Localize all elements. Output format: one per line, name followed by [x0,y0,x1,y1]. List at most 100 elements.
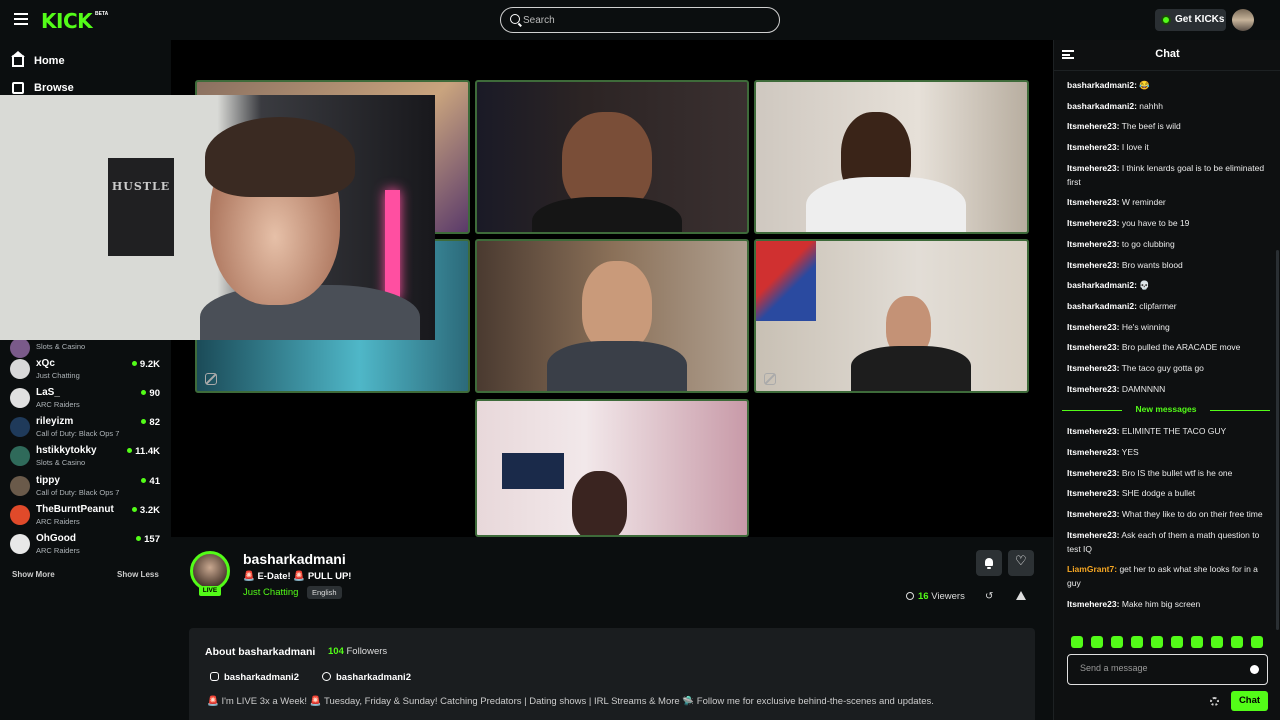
tiktok-handle: basharkadmani2 [336,672,411,683]
emote-icon[interactable] [1231,636,1243,648]
chat-username[interactable]: Itsmehere23: [1067,342,1119,352]
chat-username[interactable]: Itsmehere23: [1067,322,1119,332]
streamer-avatar[interactable] [190,551,230,591]
sidebar-stream-row[interactable]: LaS_ ARC Raiders 90 [10,386,160,412]
stream-category-link[interactable]: Just Chatting [243,587,298,598]
emote-icon[interactable] [1111,636,1123,648]
chat-username[interactable]: Itsmehere23: [1067,488,1119,498]
chat-input[interactable] [1080,663,1240,673]
chat-username[interactable]: Itsmehere23: [1067,260,1119,270]
chat-username[interactable]: Itsmehere23: [1067,197,1119,207]
show-more-button[interactable]: Show More [12,570,55,579]
participant-body [851,346,971,391]
top-bar: KICK BETA Get KICKs [0,0,1280,40]
get-kicks-button[interactable]: Get KICKs [1155,9,1226,31]
video-tile [475,80,749,234]
chat-message: Itsmehere23: The taco guy gotta go [1067,361,1272,375]
follow-heart-button[interactable] [1008,550,1034,576]
chat-username[interactable]: Itsmehere23: [1067,509,1119,519]
chat-scrollbar[interactable] [1276,250,1279,630]
chat-text: Bro wants blood [1121,259,1183,270]
sidebar-stream-row[interactable]: TheBurntPeanut ARC Raiders 3.2K [10,503,160,529]
emote-icon[interactable] [1071,636,1083,648]
chat-username[interactable]: Itsmehere23: [1067,426,1119,436]
sidebar-stream-row[interactable]: tippy Call of Duty: Black Ops 7 41 [10,474,160,500]
chat-message: LiamGrant7: get her to ask what she look… [1067,562,1272,590]
viewer-count: 90 [141,388,160,399]
channel-category: Slots & Casino [36,342,86,351]
chat-username[interactable]: Itsmehere23: [1067,384,1119,394]
viewer-number: 16 [918,591,929,602]
chat-message: Itsmehere23: Bro wants blood [1067,258,1272,272]
chat-settings-icon[interactable] [1210,697,1219,706]
new-messages-label: New messages [1135,404,1197,414]
sidebar-stream-row[interactable]: rileyizm Call of Duty: Black Ops 7 82 [10,415,160,441]
channel-avatar [10,359,30,379]
chat-messages-before: basharkadmani2: 😂 basharkadmani2: nahhh It… [1067,78,1272,396]
viewer-count: 11.4K [127,446,160,457]
language-tag[interactable]: English [307,586,342,599]
emote-icon[interactable] [1191,636,1203,648]
live-badge: LIVE [199,586,221,596]
chat-text: 😂 [1139,80,1150,90]
notification-bell-button[interactable] [976,550,1002,576]
emote-icon[interactable] [1131,636,1143,648]
report-icon[interactable] [1016,591,1026,600]
chat-username[interactable]: Itsmehere23: [1067,163,1119,173]
chat-username[interactable]: Itsmehere23: [1067,599,1119,609]
user-avatar[interactable] [1232,9,1254,31]
nav-home[interactable]: Home [11,51,65,71]
chat-text: Bro pulled the ARACADE move [1121,342,1241,353]
chat-message: Itsmehere23: What they like to do on the… [1067,507,1272,521]
emote-icon[interactable] [1211,636,1223,648]
emote-icon[interactable] [1151,636,1163,648]
sidebar-stream-row[interactable]: OhGood ARC Raiders 157 [10,532,160,558]
chat-username[interactable]: Itsmehere23: [1067,142,1119,152]
chat-username[interactable]: Itsmehere23: [1067,121,1119,131]
chat-text: W reminder [1121,197,1166,208]
chat-username[interactable]: Itsmehere23: [1067,218,1119,228]
chat-username[interactable]: Itsmehere23: [1067,363,1119,373]
chat-text: Make him big screen [1121,599,1201,610]
chat-text: YES [1121,447,1139,457]
kick-logo[interactable]: KICK [41,9,93,33]
sidebar-stream-row[interactable]: hstikkytokky Slots & Casino 11.4K [10,444,160,470]
participant-face [572,471,627,535]
chat-username[interactable]: LiamGrant7: [1067,564,1117,574]
chat-username[interactable]: basharkadmani2: [1067,80,1137,90]
chat-username[interactable]: Itsmehere23: [1067,239,1119,249]
tiktok-link[interactable]: basharkadmani2 [322,672,411,683]
channel-category: ARC Raiders [36,546,80,555]
emoji-icon[interactable] [1250,665,1259,674]
emote-icon[interactable] [1171,636,1183,648]
send-chat-button[interactable]: Chat [1231,691,1268,711]
chat-message: Itsmehere23: W reminder [1067,195,1272,209]
share-icon[interactable]: ↺ [985,591,993,602]
channel-avatar [10,505,30,525]
chat-username[interactable]: Itsmehere23: [1067,468,1119,478]
stream-title: 🚨 E-Date! 🚨 PULL UP! [243,571,352,582]
chat-text: I love it [1121,142,1149,153]
chat-username[interactable]: Itsmehere23: [1067,530,1119,540]
show-less-button[interactable]: Show Less [117,570,159,579]
emote-icon[interactable] [1091,636,1103,648]
sidebar-stream-row[interactable]: xQc Just Chatting 9.2K [10,357,160,383]
chat-username[interactable]: basharkadmani2: [1067,301,1137,311]
search-bar[interactable] [500,7,780,33]
streamer-name[interactable]: basharkadmani [243,551,346,567]
channel-name: hstikkytokky [36,445,97,456]
viewer-count: 157 [136,534,160,545]
emote-icon[interactable] [1251,636,1263,648]
menu-icon[interactable] [14,13,28,25]
viewer-count: 3.2K [132,505,160,516]
chat-username[interactable]: basharkadmani2: [1067,101,1137,111]
instagram-link[interactable]: basharkadmani2 [210,672,299,683]
chat-username[interactable]: basharkadmani2: [1067,280,1137,290]
chat-text: The taco guy gotta go [1121,362,1204,373]
flag [756,241,816,321]
instagram-icon [210,672,219,681]
search-input[interactable] [523,12,773,29]
chat-input-box[interactable] [1067,654,1268,685]
channel-name: rileyizm [36,416,74,427]
chat-username[interactable]: Itsmehere23: [1067,447,1119,457]
